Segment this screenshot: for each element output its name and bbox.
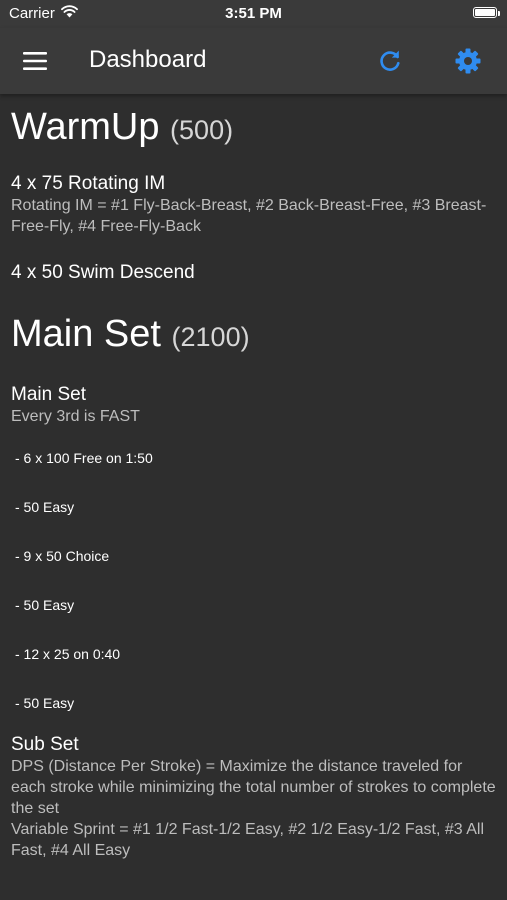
section-title-main-set: Main Set (2100)	[11, 311, 497, 360]
set-name: Main Set	[11, 384, 86, 405]
set-description: DPS (Distance Per Stroke) = Maximize the…	[11, 758, 496, 817]
warmup-set-2: 4 x 50 Swim Descend	[11, 262, 497, 284]
set-name: 4 x 50 Swim Descend	[11, 262, 195, 283]
section-title-text: Main Set	[11, 313, 161, 355]
gear-icon[interactable]	[454, 47, 482, 75]
main-set-block: Main Set Every 3rd is FAST	[11, 384, 497, 427]
hamburger-menu-icon[interactable]	[21, 50, 49, 72]
battery-icon	[473, 7, 500, 18]
section-title-text: WarmUp	[11, 106, 160, 148]
list-item: - 9 x 50 Choice	[15, 548, 110, 564]
list-item: - 12 x 25 on 0:40	[15, 646, 121, 662]
refresh-icon[interactable]	[377, 48, 403, 74]
sub-set-block: Sub Set DPS (Distance Per Stroke) = Maxi…	[11, 734, 497, 861]
set-description: Rotating IM = #1 Fly-Back-Breast, #2 Bac…	[11, 197, 487, 235]
list-item: - 6 x 100 Free on 1:50	[15, 450, 153, 466]
set-name: 4 x 75 Rotating IM	[11, 173, 166, 194]
section-yardage: (2100)	[171, 322, 250, 352]
section-title-warmup: WarmUp (500)	[11, 104, 497, 153]
app-bar: Dashboard	[0, 28, 507, 94]
section-yardage: (500)	[170, 115, 234, 145]
page-title: Dashboard	[89, 46, 207, 73]
list-item: - 50 Easy	[15, 499, 75, 515]
warmup-set-1: 4 x 75 Rotating IM Rotating IM = #1 Fly-…	[11, 173, 497, 237]
status-time: 3:51 PM	[225, 5, 282, 22]
set-name: Sub Set	[11, 734, 79, 755]
set-description: Variable Sprint = #1 1/2 Fast-1/2 Easy, …	[11, 821, 484, 859]
workout-content: WarmUp (500) 4 x 75 Rotating IM Rotating…	[11, 94, 497, 861]
status-bar: Carrier 3:51 PM	[0, 0, 507, 28]
list-item: - 50 Easy	[15, 695, 75, 711]
list-item: - 50 Easy	[15, 597, 75, 613]
set-description: Every 3rd is FAST	[11, 408, 140, 425]
